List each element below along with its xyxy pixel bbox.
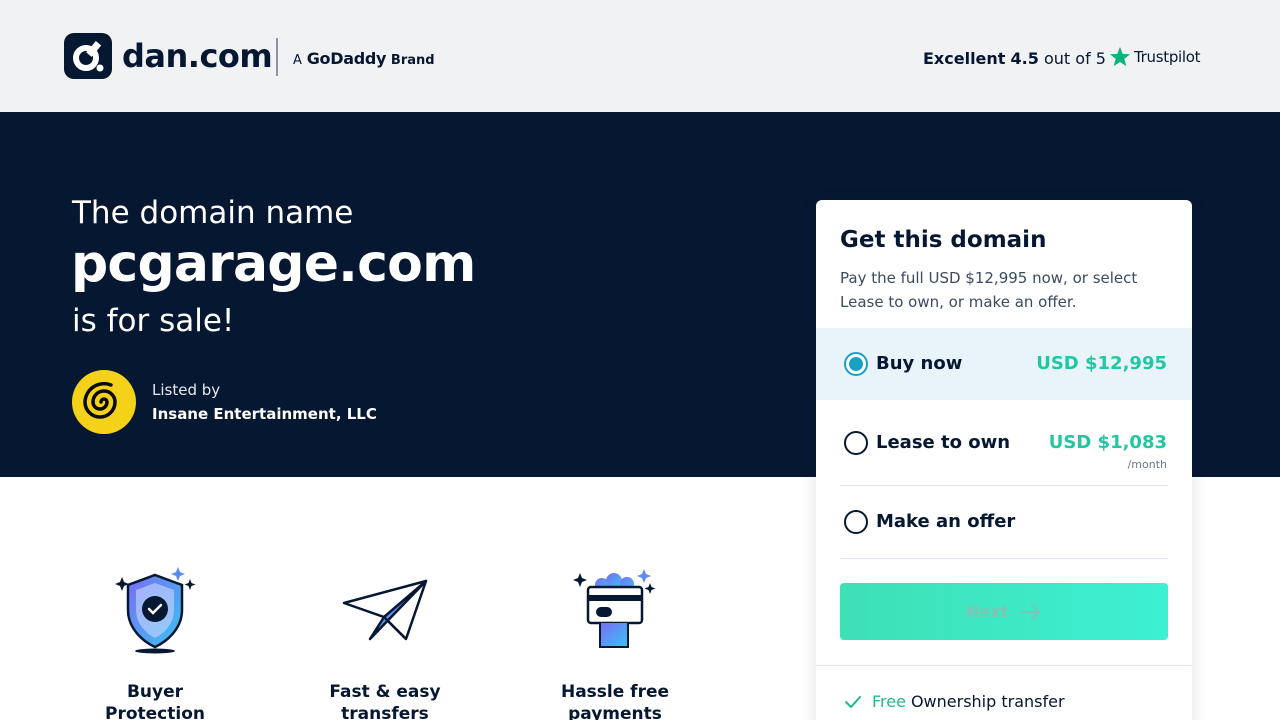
star-icon xyxy=(1109,46,1131,67)
rating-value: 4.5 xyxy=(1010,49,1039,68)
paper-plane-icon xyxy=(342,579,428,641)
brand-name: GoDaddy xyxy=(306,49,387,68)
trustpilot-logo[interactable]: Trustpilot xyxy=(1109,46,1201,68)
rating-summary: Excellent 4.5 out of 5 xyxy=(923,49,1106,68)
shield-check-icon xyxy=(115,567,196,654)
option-label: Buy now xyxy=(876,353,963,374)
arrow-right-icon xyxy=(1020,603,1041,620)
seller-avatar xyxy=(72,370,136,434)
option-label: Make an offer xyxy=(876,511,1016,532)
feature-text: Ownership transfer xyxy=(910,692,1065,711)
option-price: USD $12,995 xyxy=(1036,353,1167,374)
radio-make-offer[interactable] xyxy=(844,510,868,534)
trustpilot-text: Trustpilot xyxy=(1134,48,1201,66)
feature-free: Free xyxy=(872,692,906,711)
brand-prefix: A xyxy=(293,53,302,68)
rating-suffix: out of 5 xyxy=(1043,49,1106,68)
perk-label: Hassle free payments xyxy=(560,682,670,720)
perk-label: Fast & easy transfers xyxy=(329,682,441,720)
card-description: Pay the full USD $12,995 now, or select … xyxy=(840,269,1138,311)
logo-text: dan.com xyxy=(122,37,273,75)
hero-post-text: is for sale! xyxy=(72,303,235,339)
option-price-period: /month xyxy=(1127,458,1167,471)
listed-by-label: Listed by xyxy=(152,381,221,399)
option-make-offer[interactable]: Make an offer xyxy=(816,486,1192,558)
option-buy-now[interactable]: Buy now USD $12,995 xyxy=(816,328,1192,400)
option-label: Lease to own xyxy=(876,432,1011,453)
site-header: dan.com A GoDaddy Brand Excellent 4.5 ou… xyxy=(0,0,1280,112)
logo-divider xyxy=(276,38,278,76)
option-lease-to-own[interactable]: Lease to own USD $1,083 /month xyxy=(816,407,1192,479)
option-price: USD $1,083 xyxy=(1048,432,1167,453)
perk-fast-transfers: Fast & easy transfers xyxy=(305,565,465,720)
next-button[interactable]: Next xyxy=(840,583,1168,640)
feature-ownership-transfer: Free Ownership transfer xyxy=(844,692,1065,711)
dan-logo-icon xyxy=(64,33,112,79)
spiral-logo-icon xyxy=(74,372,134,432)
checkmark-icon xyxy=(845,695,861,708)
radio-buy-now[interactable] xyxy=(844,352,868,376)
option-divider xyxy=(840,558,1168,559)
card-footer-divider xyxy=(816,665,1192,666)
perk-hassle-free-payments: Hassle free payments xyxy=(535,565,695,720)
radio-lease-to-own[interactable] xyxy=(844,431,868,455)
seller-block[interactable]: Listed by Insane Entertainment, LLC xyxy=(72,370,377,434)
dan-logo[interactable]: dan.com xyxy=(64,33,273,79)
godaddy-brand: A GoDaddy Brand xyxy=(293,49,435,68)
card-title: Get this domain xyxy=(840,227,1047,253)
payment-card-icon xyxy=(573,569,656,648)
brand-suffix: Brand xyxy=(390,53,435,68)
perk-buyer-protection: Buyer Protection program xyxy=(75,565,235,720)
perk-label: Buyer Protection program xyxy=(105,682,205,720)
domain-name: pcgarage.com xyxy=(71,234,476,294)
rating-label: Excellent xyxy=(923,49,1006,68)
purchase-card: Get this domain Pay the full USD $12,995… xyxy=(816,200,1192,720)
next-label: Next xyxy=(965,602,1009,621)
hero-pre-text: The domain name xyxy=(72,195,354,231)
seller-name[interactable]: Insane Entertainment, LLC xyxy=(152,405,377,423)
